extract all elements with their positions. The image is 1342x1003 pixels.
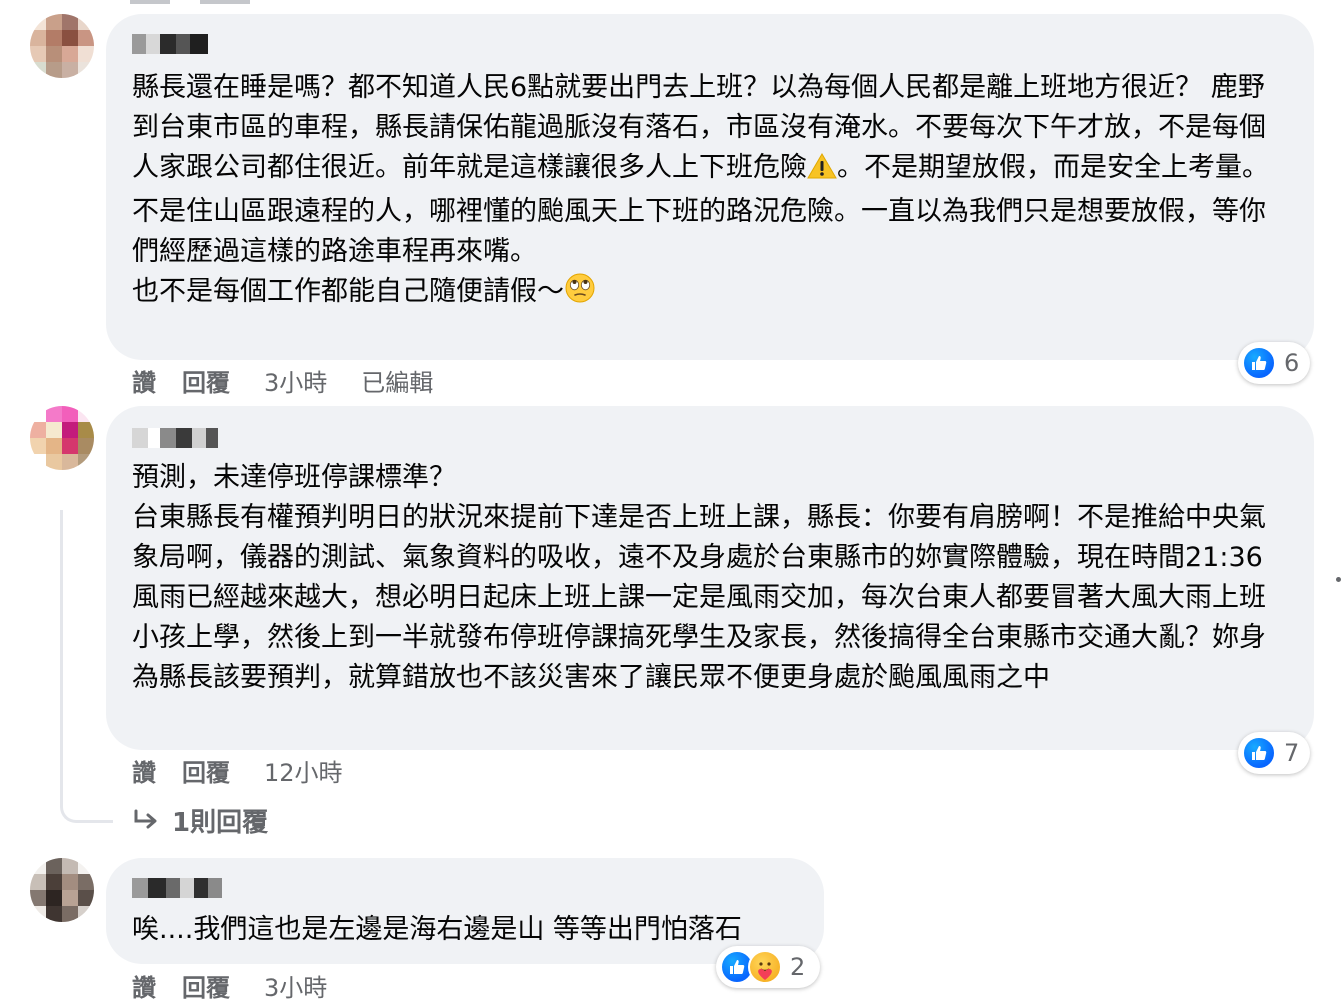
edited-label[interactable]: 已編輯: [361, 363, 433, 398]
reaction-count: 7: [1284, 739, 1300, 767]
reply-button[interactable]: 回覆: [182, 753, 230, 788]
author-name-redacted[interactable]: [132, 428, 218, 448]
comment-timestamp[interactable]: 3小時: [264, 363, 327, 398]
reaction-summary[interactable]: 7: [1238, 732, 1310, 774]
like-icon: [1242, 346, 1276, 380]
author-name-redacted[interactable]: [132, 878, 222, 898]
comment-timestamp[interactable]: 12小時: [264, 753, 343, 788]
like-button[interactable]: 讚: [132, 753, 156, 788]
comment-timestamp[interactable]: 3小時: [264, 968, 327, 1003]
like-button[interactable]: 讚: [132, 363, 156, 398]
reply-button[interactable]: 回覆: [182, 363, 230, 398]
reply-button[interactable]: 回覆: [182, 968, 230, 1003]
avatar[interactable]: [30, 406, 94, 470]
scroll-indicator-dot: [1336, 577, 1341, 582]
reaction-count: 2: [790, 953, 806, 981]
comment-text: 唉....我們這也是左邊是海右邊是山 等等出門怕落石: [132, 914, 742, 945]
cropped-previous-actions: [130, 0, 450, 4]
view-replies-link[interactable]: 1則回覆: [132, 802, 268, 839]
rolling-eyes-emoji-icon: [564, 272, 596, 316]
comment-actions: 讚 回覆 12小時: [132, 753, 377, 788]
comment-text: 縣長還在睡是嗎？都不知道人民6點就要出門去上班？以為每個人民都是離上班地方很近？…: [132, 68, 1288, 317]
warning-icon: [807, 152, 837, 192]
avatar[interactable]: [30, 14, 94, 78]
like-button[interactable]: 讚: [132, 968, 156, 1003]
avatar[interactable]: [30, 858, 94, 922]
comment-actions: 讚 回覆 3小時 已編輯: [132, 363, 467, 398]
comment-bubble: 縣長還在睡是嗎？都不知道人民6點就要出門去上班？以為每個人民都是離上班地方很近？…: [106, 14, 1314, 360]
care-icon: [748, 950, 782, 984]
author-name-redacted[interactable]: [132, 34, 208, 54]
view-replies-label: 1則回覆: [172, 808, 269, 838]
comment-bubble: 預測，未達停班停課標準？ 台東縣長有權預判明日的狀況來提前下達是否上班上課，縣長…: [106, 406, 1314, 750]
comment-text: 預測，未達停班停課標準？ 台東縣長有權預判明日的狀況來提前下達是否上班上課，縣長…: [132, 462, 1266, 694]
reaction-count: 6: [1284, 349, 1300, 377]
comment-bubble: 唉....我們這也是左邊是海右邊是山 等等出門怕落石: [106, 858, 824, 964]
reply-arrow-icon: [132, 809, 160, 833]
reaction-summary[interactable]: 6: [1238, 342, 1310, 384]
like-icon: [1242, 736, 1276, 770]
reaction-summary[interactable]: 2: [716, 946, 820, 988]
